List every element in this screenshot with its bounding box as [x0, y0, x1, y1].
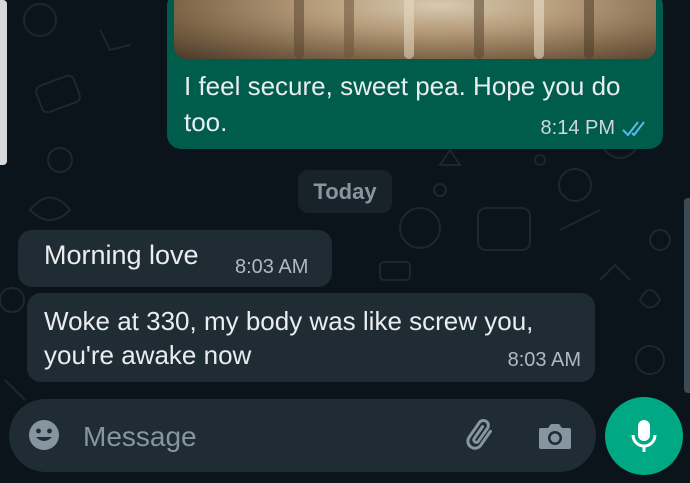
read-receipt-icon [622, 120, 645, 137]
incoming-message-time: 8:03 AM [235, 256, 309, 278]
photo-thumbnail[interactable] [174, 0, 656, 59]
incoming-message-text: Woke at 330, my body was like screw you,… [44, 306, 534, 370]
outgoing-message-bubble[interactable]: I feel secure, sweet pea. Hope you do to… [167, 0, 663, 149]
incoming-message-time: 8:03 AM [507, 349, 581, 371]
voice-record-button[interactable] [605, 397, 683, 475]
incoming-message-bubble[interactable]: Morning love 8:03 AM [18, 230, 332, 287]
message-composer [9, 399, 596, 472]
outgoing-message-time: 8:14 PM [540, 117, 615, 139]
date-divider: Today [298, 170, 392, 213]
microphone-icon [631, 420, 657, 452]
message-input[interactable] [81, 417, 415, 457]
scrollbar-left[interactable] [0, 0, 7, 165]
camera-icon[interactable] [536, 417, 574, 455]
incoming-message-bubble[interactable]: Woke at 330, my body was like screw you,… [27, 293, 595, 382]
incoming-message-text: Morning love [44, 240, 199, 270]
paperclip-icon[interactable] [461, 415, 501, 455]
outgoing-message-meta: 8:14 PM [541, 117, 649, 140]
emoji-icon[interactable] [27, 418, 61, 452]
scrollbar-right[interactable] [684, 198, 690, 393]
